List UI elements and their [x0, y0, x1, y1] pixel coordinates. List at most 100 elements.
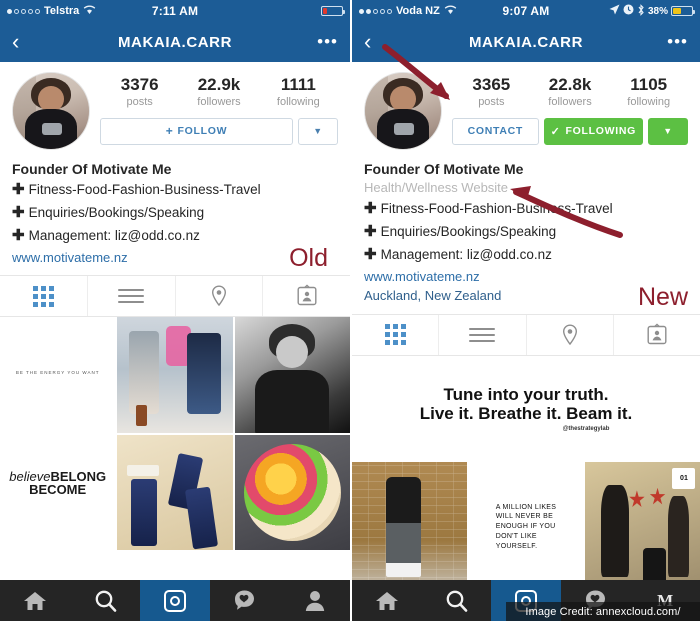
- more-options-button[interactable]: •••: [317, 32, 338, 52]
- comparison-screenshot: Telstra 7:11 AM ‹ MAKAIA.CARR ••• 3376 p…: [0, 0, 700, 621]
- quote-handle: @thestrategylab: [562, 426, 610, 433]
- clock-right: 9:07 AM: [502, 4, 550, 18]
- bio-line-1-text: Fitness-Food-Fashion-Business-Travel: [380, 201, 613, 217]
- quote-small-text: BE THE ENERGY YOU WANT: [15, 370, 100, 376]
- status-bar-left: Telstra 7:11 AM: [0, 0, 350, 22]
- plus-bullet-icon: ✚: [364, 200, 377, 218]
- photo-grid-right: Tune into your truth. Live it. Breathe i…: [352, 355, 700, 593]
- more-options-button[interactable]: •••: [667, 32, 688, 52]
- nav-bar-right: ‹ MAKAIA.CARR •••: [352, 22, 700, 62]
- map-pin-icon: [211, 285, 226, 307]
- grid-post-office-video[interactable]: 01: [585, 461, 700, 593]
- search-icon: [446, 590, 468, 612]
- following-stat[interactable]: 1111 following: [259, 75, 338, 108]
- followers-count: 22.9k: [197, 75, 241, 94]
- new-version-annotation-label: New: [637, 282, 688, 311]
- video-badge: 01: [672, 468, 696, 490]
- bio-line-2: ✚ Enquiries/Bookings/Speaking: [12, 202, 338, 225]
- camera-tab[interactable]: [140, 580, 210, 621]
- bio-category-label: Health/Wellness Website: [364, 180, 509, 196]
- home-tab[interactable]: [352, 580, 422, 621]
- posts-count: 3365: [472, 75, 511, 94]
- sidebar-item-list-tab[interactable]: [439, 314, 527, 355]
- tagged-photos-icon: [647, 323, 667, 344]
- posts-stat[interactable]: 3376 posts: [100, 75, 179, 107]
- chevron-down-icon: ▼: [313, 126, 323, 137]
- battery-icon-left: [321, 6, 345, 16]
- sidebar-item-list-tab[interactable]: [88, 276, 176, 317]
- following-button[interactable]: ✓ FOLLOWING: [543, 117, 643, 145]
- followers-label: followers: [548, 95, 592, 108]
- tagged-photos-icon: [297, 284, 317, 306]
- sidebar-item-location-tab[interactable]: [176, 276, 264, 317]
- bio-line-1: ✚ Fitness-Food-Fashion-Business-Travel: [364, 198, 688, 221]
- more-actions-dropdown-button[interactable]: ▼: [648, 117, 688, 145]
- posts-stat[interactable]: 3365 posts: [452, 75, 531, 107]
- profile-avatar-right[interactable]: [364, 72, 442, 150]
- sidebar-item-location-tab[interactable]: [527, 314, 614, 355]
- profile-avatar-left[interactable]: [12, 72, 90, 150]
- alarm-icon: [623, 4, 634, 18]
- followers-stat[interactable]: 22.8k followers: [531, 75, 610, 108]
- following-label: following: [276, 95, 320, 108]
- back-button[interactable]: ‹: [364, 31, 394, 53]
- sidebar-item-tagged-tab[interactable]: [614, 315, 700, 355]
- home-icon: [24, 591, 46, 610]
- grid-post-drinks-flatlay[interactable]: [117, 434, 233, 551]
- following-count: 1105: [630, 75, 668, 94]
- signal-strength-icon: [7, 8, 40, 14]
- follow-button[interactable]: + FOLLOW: [100, 117, 293, 145]
- grid-post-quote-energy[interactable]: BE THE ENERGY YOU WANT believeBELONG BECO…: [0, 317, 116, 551]
- grid-post-handwritten-quote[interactable]: A MILLION LIKES WILL NEVER BE ENOUGH IF …: [468, 461, 584, 593]
- status-bar-right: Voda NZ 9:07 AM 38%: [352, 0, 700, 22]
- followers-stat[interactable]: 22.9k followers: [179, 75, 258, 108]
- quote-big-text: believeBELONG BECOME: [9, 468, 107, 498]
- back-button[interactable]: ‹: [12, 31, 42, 53]
- plus-bullet-icon: ✚: [12, 204, 25, 222]
- search-tab[interactable]: [70, 580, 140, 621]
- profile-tabs-right: [352, 313, 700, 356]
- search-icon: [95, 590, 116, 612]
- bio-line-1-text: Fitness-Food-Fashion-Business-Travel: [28, 182, 261, 198]
- battery-percent-label: 38%: [647, 5, 668, 17]
- grid-post-fruit-bowl[interactable]: [234, 434, 350, 551]
- bio-line-2: ✚ Enquiries/Bookings/Speaking: [364, 221, 688, 244]
- following-count: 1111: [280, 75, 316, 94]
- image-credit-watermark: Image Credit: annexcloud.com/: [506, 602, 700, 621]
- profile-stats-left: 3376 posts 22.9k followers 1111 followin…: [100, 72, 338, 110]
- grid-icon: [384, 324, 406, 346]
- map-pin-icon: [562, 324, 577, 345]
- chevron-down-icon: ▼: [663, 126, 673, 137]
- grid-post-brick-wall[interactable]: [352, 461, 467, 593]
- sidebar-item-grid-tab[interactable]: [352, 314, 440, 355]
- grid-post-bw-portrait[interactable]: [234, 317, 350, 433]
- follow-button-label: FOLLOW: [177, 125, 228, 138]
- contact-button[interactable]: CONTACT: [452, 117, 539, 145]
- profile-tab[interactable]: [280, 580, 350, 621]
- profile-username-title-right: MAKAIA.CARR: [468, 33, 584, 51]
- bio-line-2-text: Enquiries/Bookings/Speaking: [28, 205, 205, 221]
- followers-label: followers: [197, 95, 241, 108]
- plus-bullet-icon: ✚: [364, 245, 377, 263]
- profile-header-right: 3365 posts 22.8k followers 1105 followin…: [352, 62, 700, 150]
- search-tab[interactable]: [422, 580, 492, 621]
- old-version-annotation-label: Old: [289, 244, 328, 273]
- bluetooth-icon: [637, 3, 645, 19]
- sidebar-item-grid-tab[interactable]: [0, 276, 88, 317]
- activity-tab[interactable]: [210, 580, 280, 621]
- carrier-label: Telstra: [44, 5, 80, 17]
- quote-line-1: Tune into your truth.: [443, 385, 609, 404]
- plus-icon: +: [165, 124, 174, 139]
- following-button-label: FOLLOWING: [565, 125, 637, 138]
- following-stat[interactable]: 1105 following: [609, 75, 688, 107]
- home-tab[interactable]: [0, 580, 70, 621]
- bio-line-1: ✚ Fitness-Food-Fashion-Business-Travel: [12, 179, 338, 202]
- grid-post-street-style[interactable]: [117, 317, 233, 433]
- battery-icon-right: [671, 6, 695, 16]
- grid-post-quote-tune-in[interactable]: Tune into your truth. Live it. Breathe i…: [352, 355, 700, 462]
- carrier-label: Voda NZ: [396, 5, 440, 17]
- list-icon: [118, 285, 145, 307]
- more-actions-dropdown-button[interactable]: ▼: [298, 117, 338, 145]
- sidebar-item-tagged-tab[interactable]: [263, 276, 350, 316]
- followers-count: 22.8k: [548, 75, 592, 94]
